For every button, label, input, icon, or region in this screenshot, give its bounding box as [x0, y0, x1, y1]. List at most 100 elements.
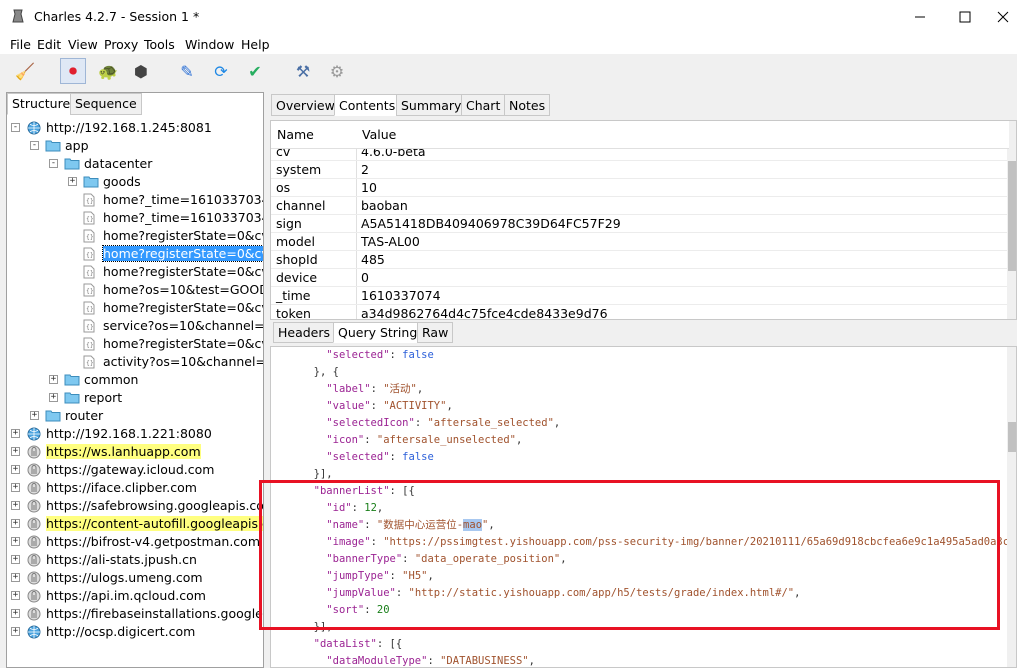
- tree-item[interactable]: + https://content-autofill.googleapis.co: [11, 514, 263, 532]
- param-row[interactable]: _time 1610337074: [271, 287, 1009, 305]
- collapse-icon[interactable]: -: [30, 140, 39, 150]
- broom-button[interactable]: 🧹: [12, 58, 38, 84]
- menu-help[interactable]: Help: [241, 37, 270, 52]
- json-token: :: [414, 417, 428, 429]
- tab-headers[interactable]: Headers: [273, 322, 336, 343]
- expand-icon[interactable]: +: [11, 608, 20, 618]
- tab-sequence[interactable]: Sequence: [70, 93, 142, 115]
- tree-item[interactable]: {} home?registerState=0&cv=: [68, 262, 263, 280]
- param-row[interactable]: device 0: [271, 269, 1009, 287]
- tree-item[interactable]: + https://firebaseinstallations.googleap: [11, 604, 263, 622]
- expand-icon[interactable]: +: [11, 464, 20, 474]
- menu-proxy[interactable]: Proxy: [104, 37, 138, 52]
- table-scroll-thumb[interactable]: [1008, 161, 1016, 271]
- expand-icon[interactable]: +: [68, 176, 77, 186]
- collapse-icon[interactable]: -: [49, 158, 58, 168]
- tree-item[interactable]: {} home?registerState=0&cv=: [68, 334, 263, 352]
- folder-icon: [83, 175, 99, 188]
- record-button[interactable]: ⏺: [60, 58, 86, 84]
- tree-item[interactable]: + https://ali-stats.jpush.cn: [11, 550, 197, 568]
- code-scrollbar[interactable]: [1007, 347, 1016, 667]
- param-row[interactable]: channel baoban: [271, 197, 1009, 215]
- expand-icon[interactable]: +: [11, 590, 20, 600]
- secure-host-icon: [26, 445, 42, 458]
- menu-tools[interactable]: Tools: [144, 37, 175, 52]
- param-value: a34d9862764d4c75fce4cde8433e9d76: [361, 306, 608, 320]
- value-column-header[interactable]: Value: [362, 127, 396, 142]
- expand-icon[interactable]: +: [11, 482, 20, 492]
- param-row[interactable]: system 2: [271, 161, 1009, 179]
- tab-summary[interactable]: Summary: [396, 94, 467, 116]
- tab-overview[interactable]: Overview: [271, 94, 340, 116]
- tree-item[interactable]: {} home?os=10&test=GOODS: [68, 280, 263, 298]
- compose-pen-button[interactable]: ✎: [174, 58, 200, 84]
- menu-window[interactable]: Window: [185, 37, 234, 52]
- tree-item[interactable]: {} home?registerState=0&cv=: [68, 226, 263, 244]
- param-row[interactable]: sign A5A51418DB409406978C39D64FC57F29: [271, 215, 1009, 233]
- tree-item[interactable]: {} home?registerState=0&cv=: [68, 298, 263, 316]
- tree-item[interactable]: + https://bifrost-v4.getpostman.com: [11, 532, 260, 550]
- repeat-refresh-button[interactable]: ⟳: [208, 58, 234, 84]
- tree-item[interactable]: + https://safebrowsing.googleapis.com: [11, 496, 263, 514]
- tab-query-string[interactable]: Query String: [333, 322, 423, 343]
- tree-item[interactable]: {} service?os=10&channel=ba: [68, 316, 263, 334]
- param-value: 2: [361, 162, 369, 177]
- expand-icon[interactable]: +: [30, 410, 39, 420]
- param-row[interactable]: token a34d9862764d4c75fce4cde8433e9d76: [271, 305, 1009, 320]
- param-row[interactable]: shopId 485: [271, 251, 1009, 269]
- json-token: "selected": [326, 451, 390, 463]
- expand-icon[interactable]: +: [11, 446, 20, 456]
- param-row[interactable]: model TAS-AL00: [271, 233, 1009, 251]
- tree-item[interactable]: + report: [49, 388, 122, 406]
- tree-item[interactable]: + router: [30, 406, 103, 424]
- settings-gear-button[interactable]: ⚙: [324, 58, 350, 84]
- tree-item[interactable]: - app: [30, 136, 89, 154]
- tab-structure[interactable]: Structure: [7, 93, 76, 115]
- tree-item[interactable]: + https://gateway.icloud.com: [11, 460, 214, 478]
- menu-view[interactable]: View: [68, 37, 98, 52]
- expand-icon[interactable]: +: [11, 626, 20, 636]
- table-scrollbar[interactable]: [1007, 121, 1016, 319]
- menu-edit[interactable]: Edit: [37, 37, 61, 52]
- collapse-icon[interactable]: -: [11, 122, 20, 132]
- breakpoint-hexagon-button[interactable]: ⬢: [128, 58, 154, 84]
- tree-item[interactable]: {} activity?os=10&channel=ba: [68, 352, 263, 370]
- tree-item[interactable]: + https://api.im.qcloud.com: [11, 586, 206, 604]
- expand-icon[interactable]: +: [49, 392, 58, 402]
- expand-icon[interactable]: +: [11, 572, 20, 582]
- expand-icon[interactable]: +: [49, 374, 58, 384]
- expand-icon[interactable]: +: [11, 536, 20, 546]
- expand-icon[interactable]: +: [11, 500, 20, 510]
- tree-item[interactable]: {} home?_time=161033703400: [68, 190, 263, 208]
- code-scroll-thumb[interactable]: [1008, 422, 1016, 452]
- maximize-button[interactable]: [943, 4, 987, 30]
- tab-raw[interactable]: Raw: [417, 322, 454, 343]
- name-column-header[interactable]: Name: [277, 127, 314, 142]
- minimize-button[interactable]: [898, 4, 942, 30]
- validate-check-button[interactable]: ✔: [242, 58, 268, 84]
- tree-item[interactable]: - http://192.168.1.245:8081: [11, 118, 212, 136]
- tab-notes[interactable]: Notes: [504, 94, 551, 116]
- tree-item[interactable]: + goods: [68, 172, 141, 190]
- close-button[interactable]: [988, 4, 1017, 30]
- tree-item[interactable]: + http://192.168.1.221:8080: [11, 424, 212, 442]
- tree-item[interactable]: {} home?_time=161033703400: [68, 208, 263, 226]
- param-row[interactable]: os 10: [271, 179, 1009, 197]
- tools-button[interactable]: ⚒: [290, 58, 316, 84]
- menu-file[interactable]: File: [10, 37, 31, 52]
- tree-item[interactable]: + common: [49, 370, 138, 388]
- tree-item[interactable]: - datacenter: [49, 154, 152, 172]
- tab-contents[interactable]: Contents: [334, 94, 401, 116]
- tree-item[interactable]: + https://ulogs.umeng.com: [11, 568, 203, 586]
- tree-item[interactable]: + https://ws.lanhuapp.com: [11, 442, 201, 460]
- tree-item[interactable]: + https://iface.clipber.com: [11, 478, 197, 496]
- expand-icon[interactable]: +: [11, 428, 20, 438]
- tree-item[interactable]: + http://ocsp.digicert.com: [11, 622, 195, 640]
- expand-icon[interactable]: +: [11, 554, 20, 564]
- param-name: device: [276, 270, 318, 285]
- tree-item[interactable]: {} home?registerState=0&cv=: [68, 244, 263, 262]
- throttle-turtle-button[interactable]: 🐢: [95, 58, 121, 84]
- json-token: :: [370, 400, 384, 412]
- tab-chart[interactable]: Chart: [461, 94, 506, 116]
- expand-icon[interactable]: +: [11, 518, 20, 528]
